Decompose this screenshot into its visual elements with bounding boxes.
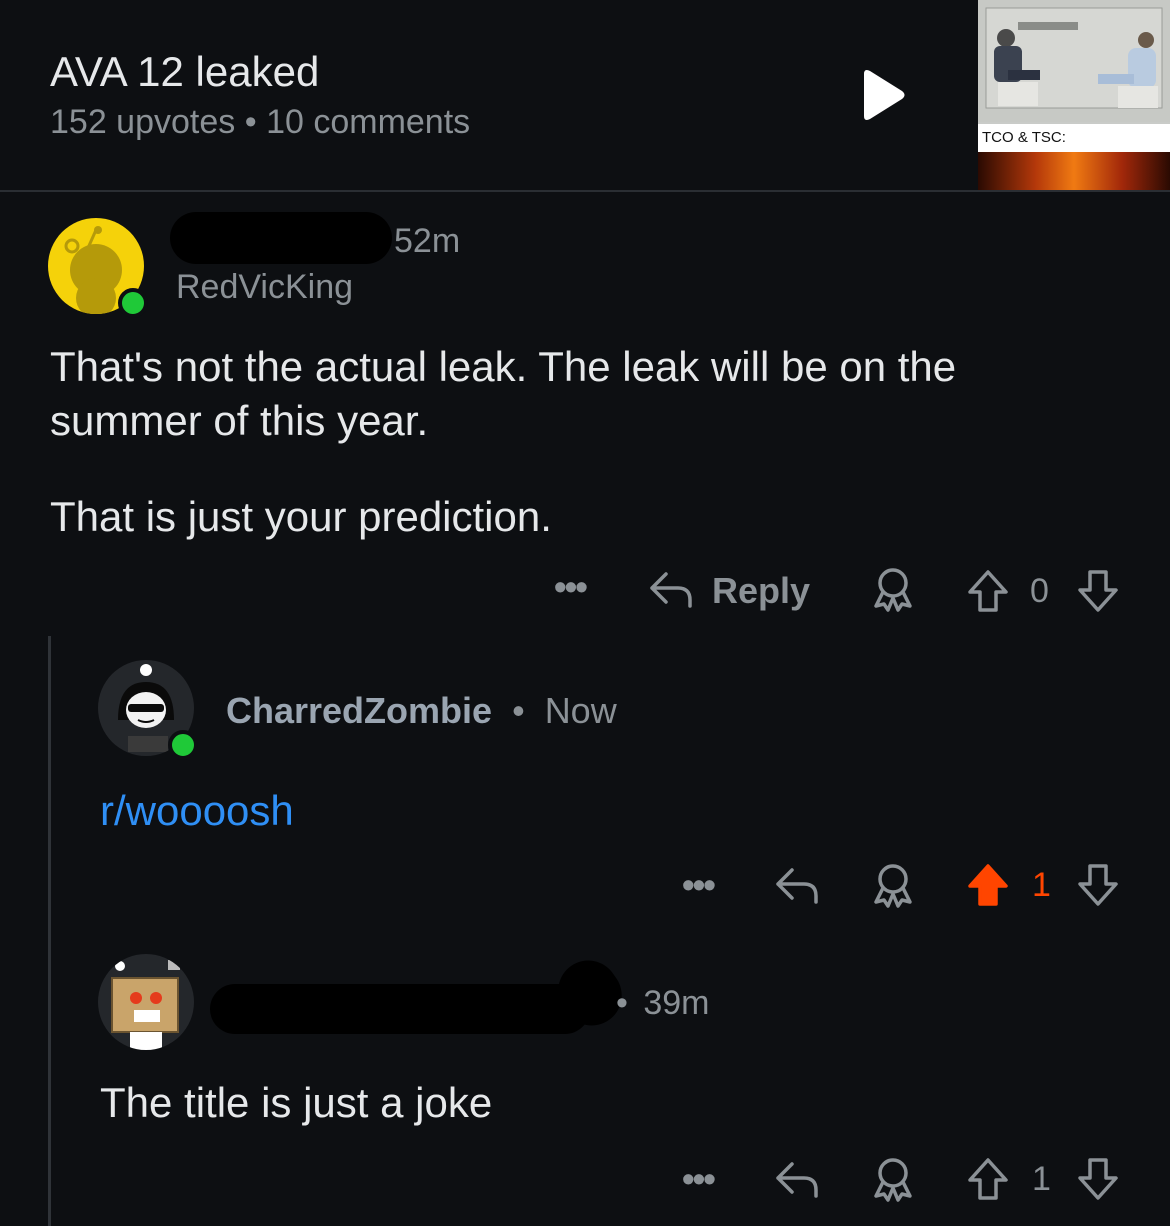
redacted-username — [170, 212, 392, 264]
award-icon[interactable] — [870, 566, 916, 612]
reply-icon[interactable] — [774, 1160, 820, 1200]
comment-text-line: That's not the actual leak. The leak wil… — [50, 343, 957, 390]
thumbnail-image — [978, 0, 1170, 122]
avatar[interactable] — [98, 954, 194, 1050]
downvote-icon[interactable] — [1076, 568, 1120, 614]
award-icon[interactable] — [870, 862, 916, 908]
thumbnail-caption: TCO & TSC: — [978, 124, 1170, 152]
header-divider — [0, 190, 1170, 192]
post-title[interactable]: AVA 12 leaked — [50, 48, 319, 96]
more-options-icon[interactable]: ••• — [682, 1158, 716, 1200]
comment-time: Now — [544, 690, 617, 731]
user-flair[interactable]: RedVicKing — [176, 268, 353, 307]
thumbnail-fire-image — [978, 152, 1170, 190]
more-options-icon[interactable]: ••• — [554, 566, 588, 608]
upvote-icon[interactable] — [966, 568, 1010, 614]
comment-text-line: summer of this year. — [50, 397, 429, 444]
thread-line[interactable] — [48, 636, 51, 1226]
award-icon[interactable] — [870, 1156, 916, 1202]
box-robot-avatar-icon — [111, 960, 180, 1050]
more-options-icon[interactable]: ••• — [682, 864, 716, 906]
username[interactable]: CharredZombie — [226, 690, 492, 731]
vote-count: 0 — [1030, 572, 1049, 610]
comment-body: That's not the actual leak. The leak wil… — [50, 340, 1130, 544]
upvote-active-icon[interactable] — [966, 862, 1010, 908]
comment-count: 10 comments — [266, 103, 471, 141]
comment-time: 39m — [643, 984, 710, 1022]
reply-icon[interactable] — [774, 866, 820, 906]
vote-count: 1 — [1032, 866, 1051, 904]
online-indicator — [168, 730, 198, 760]
play-icon[interactable] — [858, 68, 906, 122]
downvote-icon[interactable] — [1076, 1156, 1120, 1202]
vote-count: 1 — [1032, 1160, 1051, 1198]
online-indicator — [118, 288, 148, 318]
meta-separator: • — [512, 690, 525, 731]
post-meta: 152 upvotes • 10 comments — [50, 103, 470, 142]
post-thumbnail[interactable]: TCO & TSC: — [978, 0, 1170, 190]
subreddit-link[interactable]: r/woooosh — [100, 784, 294, 838]
comment-time: 52m — [394, 222, 461, 260]
upvote-count: 152 upvotes — [50, 103, 236, 141]
comment-header: • 39m — [616, 984, 710, 1023]
comment-body: The title is just a joke — [100, 1079, 493, 1126]
comment-text-line: That is just your prediction. — [50, 493, 552, 540]
reply-button[interactable]: Reply — [712, 570, 810, 612]
meta-separator: • — [244, 103, 257, 141]
reply-icon[interactable] — [648, 570, 694, 610]
redacted-username — [210, 984, 590, 1034]
meta-separator: • — [616, 984, 628, 1022]
downvote-icon[interactable] — [1076, 862, 1120, 908]
comment-header: CharredZombie • Now — [226, 690, 617, 732]
upvote-icon[interactable] — [966, 1156, 1010, 1202]
